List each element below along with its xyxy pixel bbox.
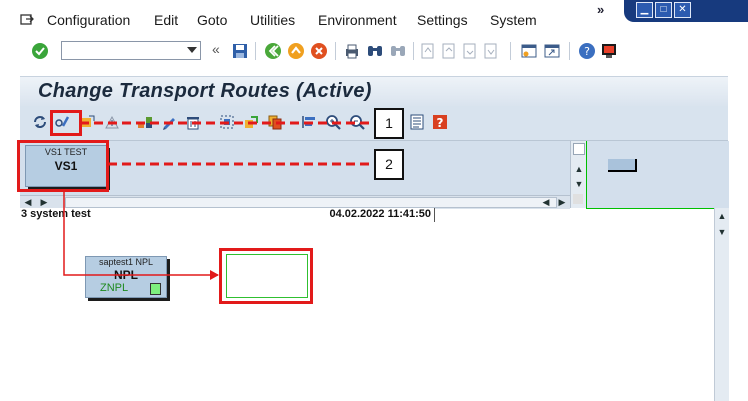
toolbar-separator xyxy=(335,42,336,60)
scroll-right-icon[interactable]: ▶ xyxy=(556,196,568,208)
enter-icon[interactable] xyxy=(31,42,49,60)
scroll-right-icon[interactable]: ▶ xyxy=(38,196,50,208)
scroll-left-icon[interactable]: ◀ xyxy=(540,196,552,208)
toolbar-separator xyxy=(255,42,256,60)
scroll-up-icon[interactable]: ▲ xyxy=(716,210,728,222)
horizontal-scrollbar[interactable]: ◀ ▶ ◀ ▶ xyxy=(20,195,570,209)
menu-exit-icon[interactable] xyxy=(20,12,34,26)
zoom-out-icon[interactable] xyxy=(349,114,365,130)
toolbar-separator xyxy=(569,42,570,60)
menu-environment[interactable]: Environment xyxy=(318,12,397,28)
menu-overflow-button[interactable]: » xyxy=(597,2,604,17)
transport-icon[interactable] xyxy=(80,114,96,130)
toolbar-separator xyxy=(413,42,414,60)
status-row: 3 system test 04.02.2022 11:41:50 xyxy=(20,208,435,223)
status-timestamp: 04.02.2022 11:41:50 xyxy=(329,208,431,220)
legend-icon[interactable] xyxy=(409,114,425,130)
maximize-icon[interactable]: □ xyxy=(655,2,672,18)
highlight-system-vs1 xyxy=(17,140,109,192)
menu-edit[interactable]: Edit xyxy=(154,12,178,28)
chevron-down-icon[interactable] xyxy=(187,47,197,53)
overview-viewport[interactable] xyxy=(608,159,637,172)
page-title: Change Transport Routes (Active) xyxy=(38,80,372,102)
edit-pencil-icon[interactable] xyxy=(161,114,177,130)
scrollbar-thumb[interactable] xyxy=(573,143,585,155)
move-objects-icon[interactable] xyxy=(243,114,259,130)
distribute-icon[interactable] xyxy=(104,114,120,130)
customize-layout-icon[interactable] xyxy=(600,42,618,60)
close-icon[interactable]: ✕ xyxy=(674,2,691,18)
status-flag-icon xyxy=(150,283,161,295)
first-page-icon[interactable] xyxy=(420,42,436,60)
callout-marker: 1 xyxy=(374,108,404,139)
scroll-up-icon[interactable]: ▲ xyxy=(573,163,585,175)
scroll-down-icon[interactable]: ▼ xyxy=(573,178,585,190)
scroll-left-icon[interactable]: ◀ xyxy=(22,196,34,208)
toolbar-separator xyxy=(510,42,511,60)
menu-settings[interactable]: Settings xyxy=(417,12,468,28)
graphic-canvas-main xyxy=(20,222,716,401)
find-icon[interactable] xyxy=(366,42,384,60)
scroll-corner xyxy=(573,194,583,204)
highlight-group-box xyxy=(219,248,313,304)
command-field[interactable] xyxy=(61,41,201,60)
back-icon[interactable] xyxy=(264,42,282,60)
svg-text:?: ? xyxy=(437,116,444,130)
system-description: saptest1 NPL xyxy=(98,257,154,267)
zoom-in-icon[interactable] xyxy=(325,114,341,130)
system-name: NPL xyxy=(114,268,138,282)
menu-system[interactable]: System xyxy=(490,12,537,28)
collapse-arrows-icon[interactable]: « xyxy=(212,41,220,57)
system-client: ZNPL xyxy=(100,282,129,294)
menu-configuration[interactable]: Configuration xyxy=(47,12,130,28)
system-box-npl[interactable]: saptest1 NPL NPL ZNPL xyxy=(85,256,167,298)
shortcut-icon[interactable] xyxy=(543,42,561,60)
menu-utilities[interactable]: Utilities xyxy=(250,12,295,28)
previous-page-icon[interactable] xyxy=(441,42,457,60)
menu-goto[interactable]: Goto xyxy=(197,12,227,28)
title-bar: Change Transport Routes (Active) xyxy=(20,76,728,107)
find-next-icon[interactable] xyxy=(389,42,407,60)
delete-icon[interactable] xyxy=(185,114,201,130)
align-left-icon[interactable] xyxy=(301,114,317,130)
overview-navigator[interactable] xyxy=(586,141,729,209)
last-page-icon[interactable] xyxy=(483,42,499,60)
next-page-icon[interactable] xyxy=(462,42,478,60)
information-icon[interactable]: ? xyxy=(432,114,448,130)
exit-icon[interactable] xyxy=(287,42,305,60)
menu-bar: Configuration Edit Goto Utilities Enviro… xyxy=(0,0,748,38)
cancel-icon[interactable] xyxy=(310,42,328,60)
help-icon[interactable]: ? xyxy=(578,42,596,60)
scrollbar-thumb[interactable] xyxy=(65,197,557,208)
refresh-icon[interactable] xyxy=(32,114,48,130)
highlight-display-change xyxy=(50,110,82,136)
vertical-scrollbar[interactable]: ▲ ▼ xyxy=(570,141,587,208)
callout-marker: 2 xyxy=(374,149,404,180)
scroll-down-icon[interactable]: ▼ xyxy=(716,226,728,238)
svg-text:?: ? xyxy=(584,45,590,58)
new-session-icon[interactable] xyxy=(520,42,538,60)
create-system-icon[interactable] xyxy=(137,114,153,130)
window-controls: ▁ □ ✕ xyxy=(624,0,748,22)
minimize-icon[interactable]: ▁ xyxy=(636,2,653,18)
select-area-icon[interactable] xyxy=(219,114,235,130)
copy-objects-icon[interactable] xyxy=(267,114,283,130)
print-icon[interactable] xyxy=(343,42,361,60)
save-icon[interactable] xyxy=(231,42,249,60)
vertical-scrollbar[interactable]: ▲ ▼ xyxy=(714,208,729,401)
status-description: 3 system test xyxy=(21,208,91,220)
